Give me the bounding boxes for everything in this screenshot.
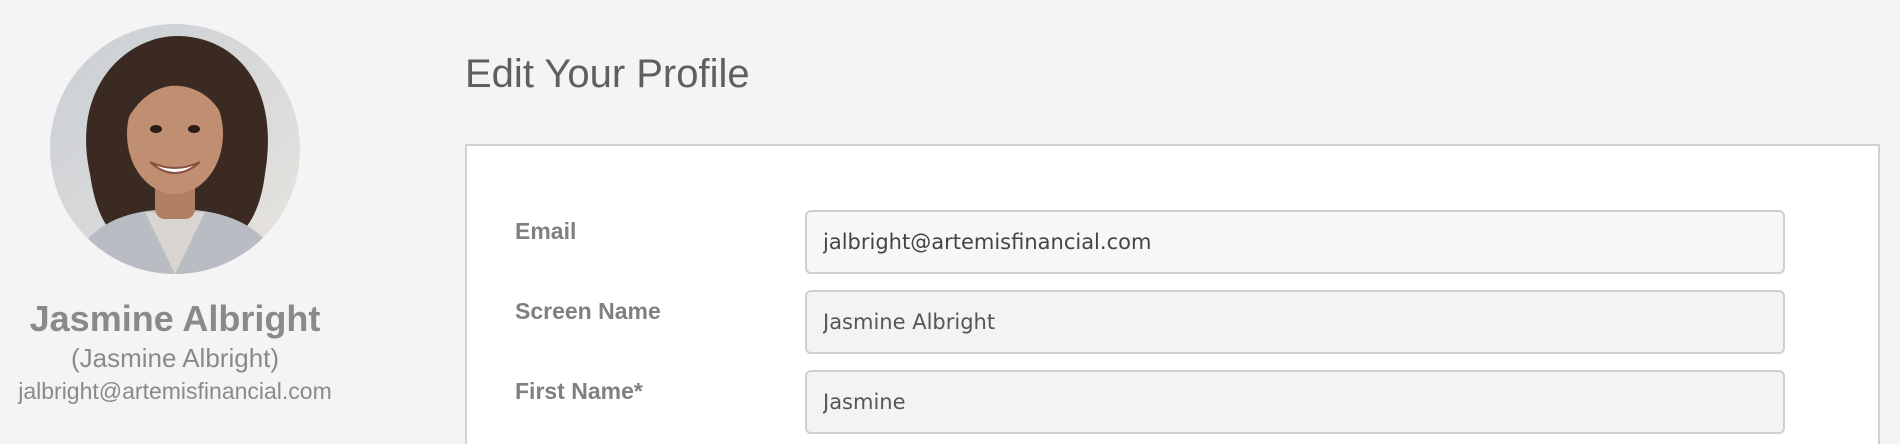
profile-email: jalbright@artemisfinancial.com: [18, 378, 332, 404]
email-field[interactable]: [805, 210, 1785, 274]
screen-name-field[interactable]: [805, 290, 1785, 354]
email-row: Email: [467, 210, 1878, 274]
first-name-field[interactable]: [805, 370, 1785, 434]
email-label: Email: [515, 218, 577, 244]
screen-name-label: Screen Name: [515, 298, 661, 324]
avatar: [50, 24, 300, 274]
edit-profile-page: Jasmine Albright (Jasmine Albright) jalb…: [0, 0, 1900, 444]
first-name-label: First Name*: [515, 378, 643, 404]
profile-photo-icon: [50, 24, 300, 274]
profile-form: Email Screen Name First Name*: [465, 144, 1880, 444]
screen-name-row: Screen Name: [467, 290, 1878, 354]
profile-screen-name: (Jasmine Albright): [70, 343, 280, 373]
profile-name: Jasmine Albright: [29, 298, 321, 339]
profile-summary: Jasmine Albright (Jasmine Albright) jalb…: [0, 0, 350, 444]
first-name-row: First Name*: [467, 370, 1878, 434]
page-title: Edit Your Profile: [465, 52, 750, 96]
